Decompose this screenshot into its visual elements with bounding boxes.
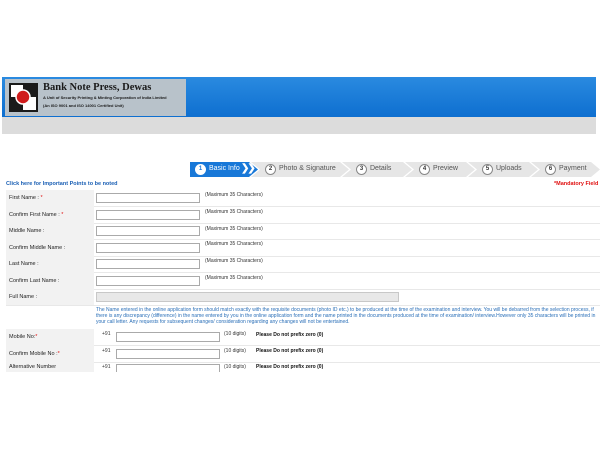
step-number: 3 (356, 164, 367, 175)
org-title: Bank Note Press, Dewas (43, 82, 152, 93)
required-mark: * (57, 351, 60, 357)
double-chevron-right-icon: ❯❯ (241, 163, 254, 174)
progress-steps: 1 Basic Info ❯❯ 2 Photo & Signature 3 De… (190, 162, 600, 177)
confirm-first-name-input[interactable] (96, 210, 200, 220)
middle-name-input[interactable] (96, 226, 200, 236)
important-points-link[interactable]: Click here for Important Points to be no… (6, 181, 118, 187)
org-certification: (An ISO 9001 and ISO 14001 Certified Uni… (43, 103, 124, 108)
org-subtitle: A Unit of Security Printing & Minting Co… (43, 95, 167, 100)
first-name-row: First Name : * (Maximum 35 Characters) (6, 190, 600, 207)
step-number: 5 (482, 164, 493, 175)
step-photo-signature[interactable]: 2 Photo & Signature (251, 162, 349, 177)
alternative-number-warning: Please Do not prefix zero (0) (256, 364, 324, 370)
middle-name-row: Middle Name : (Maximum 35 Characters) (6, 223, 600, 240)
first-name-input[interactable] (96, 193, 200, 203)
middle-name-hint: (Maximum 35 Characters) (205, 226, 263, 232)
step-number: 6 (545, 164, 556, 175)
required-mark: * (40, 195, 43, 201)
full-name-input (96, 292, 399, 302)
site-header: Bank Note Press, Dewas A Unit of Securit… (2, 77, 596, 117)
confirm-mobile-input[interactable] (116, 349, 220, 359)
alternative-number-label: Alternative Number (9, 364, 57, 370)
confirm-middle-name-label-cell: Confirm Middle Name : (6, 239, 94, 256)
alternative-number-row: Alternative Number +91 (10 digits) Pleas… (6, 362, 600, 372)
confirm-mobile-hint: (10 digits) (224, 348, 246, 354)
last-name-input[interactable] (96, 259, 200, 269)
country-code: +91 (102, 331, 111, 337)
step-label: Details (370, 165, 392, 172)
first-name-label: First Name : (9, 195, 39, 201)
step-label: Payment (559, 165, 587, 172)
required-mark: * (61, 212, 64, 218)
confirm-first-name-label-cell: Confirm First Name : * (6, 206, 94, 223)
full-name-row: Full Name : (6, 289, 600, 306)
confirm-last-name-row: Confirm Last Name : (Maximum 35 Characte… (6, 272, 600, 290)
country-code: +91 (102, 348, 111, 354)
last-name-hint: (Maximum 35 Characters) (205, 258, 263, 264)
last-name-label-cell: Last Name : (6, 256, 94, 272)
last-name-row: Last Name : (Maximum 35 Characters) (6, 256, 600, 273)
step-label: Photo & Signature (279, 165, 336, 172)
mandatory-field-note: *Mandatory Field (554, 181, 599, 187)
confirm-last-name-label-cell: Confirm Last Name : (6, 272, 94, 289)
confirm-mobile-label-cell: Confirm Mobile No :* (6, 345, 94, 362)
confirm-middle-name-label: Confirm Middle Name : (9, 245, 66, 251)
confirm-first-name-row: Confirm First Name : * (Maximum 35 Chara… (6, 206, 600, 224)
step-basic-info[interactable]: 1 Basic Info ❯❯ (190, 162, 258, 177)
country-code: +91 (102, 364, 111, 370)
confirm-last-name-input[interactable] (96, 276, 200, 286)
step-payment[interactable]: 6 Payment (531, 162, 600, 177)
confirm-mobile-row: Confirm Mobile No :* +91 (10 digits) Ple… (6, 345, 600, 363)
confirm-middle-name-row: Confirm Middle Name : (Maximum 35 Charac… (6, 239, 600, 257)
step-uploads[interactable]: 5 Uploads (468, 162, 538, 177)
step-label: Basic Info (209, 165, 240, 172)
logo-banner: Bank Note Press, Dewas A Unit of Securit… (5, 79, 186, 116)
mobile-label-cell: Mobile No:* (6, 329, 94, 345)
step-number: 1 (195, 164, 206, 175)
confirm-mobile-label: Confirm Mobile No : (9, 351, 58, 357)
step-number: 4 (419, 164, 430, 175)
last-name-label: Last Name : (9, 261, 39, 267)
bnp-logo-icon (9, 83, 38, 112)
confirm-first-name-hint: (Maximum 35 Characters) (205, 209, 263, 215)
step-details[interactable]: 3 Details (342, 162, 412, 177)
full-name-label-cell: Full Name : (6, 289, 94, 305)
confirm-last-name-hint: (Maximum 35 Characters) (205, 275, 263, 281)
full-name-label: Full Name : (9, 294, 38, 300)
middle-name-label-cell: Middle Name : (6, 223, 94, 239)
middle-name-label: Middle Name : (9, 228, 45, 234)
menu-bar (2, 117, 596, 134)
mobile-hint: (10 digits) (224, 331, 246, 337)
confirm-last-name-label: Confirm Last Name : (9, 278, 60, 284)
first-name-label-cell: First Name : * (6, 190, 94, 206)
mobile-label: Mobile No: (9, 334, 36, 340)
step-number: 2 (265, 164, 276, 175)
confirm-middle-name-input[interactable] (96, 243, 200, 253)
step-label: Preview (433, 165, 458, 172)
mobile-row: Mobile No:* +91 (10 digits) Please Do no… (6, 329, 600, 346)
first-name-hint: (Maximum 35 Characters) (205, 192, 263, 198)
step-label: Uploads (496, 165, 522, 172)
step-preview[interactable]: 4 Preview (405, 162, 475, 177)
required-mark: * (35, 334, 38, 340)
alternative-number-input[interactable] (116, 364, 220, 372)
confirm-first-name-label: Confirm First Name : (9, 212, 60, 218)
alternative-number-hint: (10 digits) (224, 364, 246, 370)
mobile-input[interactable] (116, 332, 220, 342)
alternative-number-label-cell: Alternative Number (6, 362, 94, 372)
confirm-middle-name-hint: (Maximum 35 Characters) (205, 241, 263, 247)
mobile-warning: Please Do not prefix zero (0) (256, 332, 324, 338)
confirm-mobile-warning: Please Do not prefix zero (0) (256, 348, 324, 354)
name-match-notice: The Name entered in the online applicati… (96, 307, 596, 325)
